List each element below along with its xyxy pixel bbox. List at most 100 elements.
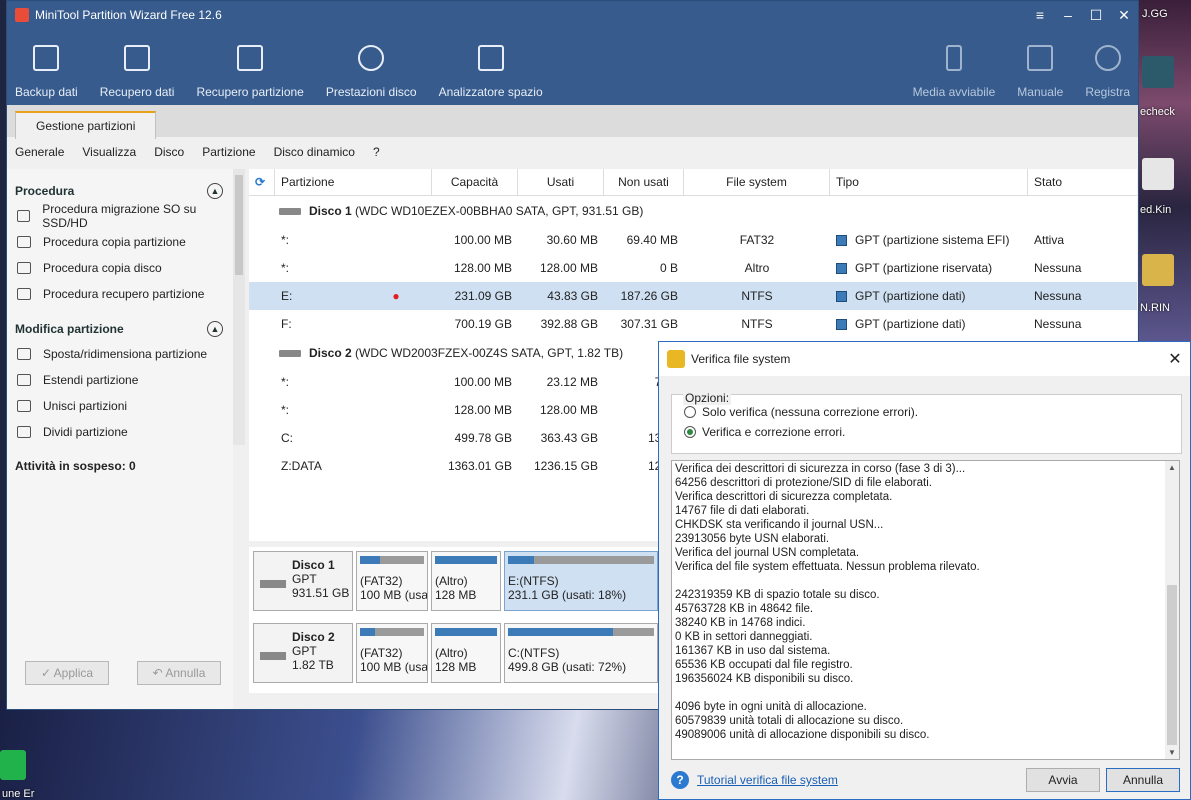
sidebar-item-copy-disk[interactable]: Procedura copia disco [7,255,233,281]
sidebar-item-move-resize[interactable]: Sposta/ridimensiona partizione [7,341,233,367]
column-header[interactable]: File system [684,169,830,195]
table-row[interactable]: *: 100.00 MB 30.60 MB 69.40 MB FAT32 GPT… [249,226,1137,254]
toolbar-label: Manuale [1017,85,1064,99]
cell-used: 392.88 GB [540,317,598,331]
menu-help[interactable]: ? [373,145,380,159]
tab-partition-management[interactable]: Gestione partizioni [15,111,157,139]
disk-name: Disco 2 [309,346,352,360]
register-button[interactable]: Registra [1077,29,1138,99]
column-header[interactable]: Capacità [432,169,518,195]
apply-button[interactable]: ✓ Applica [25,661,109,685]
menu-icon[interactable]: ≡ [1026,7,1054,23]
chkdsk-log[interactable]: Verifica dei descrittori di sicurezza in… [671,460,1180,760]
desktop-green-icon[interactable] [0,750,26,780]
desktop-folder-icon[interactable] [1142,254,1174,286]
disk-size: 931.51 GB [292,586,350,600]
section-header-wizard[interactable]: Procedura ▲ [7,169,233,203]
desktop-label[interactable]: J.GG [1142,8,1168,20]
toolbar-label: Backup dati [15,85,78,99]
dialog-close-icon[interactable]: ✕ [1160,349,1190,369]
help-icon[interactable]: ? [671,771,689,789]
sidebar-item-split[interactable]: Dividi partizione [7,419,233,445]
sidebar-item-migrate-os[interactable]: Procedura migrazione SO su SSD/HD [7,202,233,230]
table-row[interactable]: *: 128.00 MB 128.00 MB 0 B Altro GPT (pa… [249,254,1137,282]
desktop-label[interactable]: N.RIN [1140,302,1170,314]
log-line: Verifica del journal USN completata. [675,547,860,559]
disk-map-disk[interactable]: Disco 1 GPT 931.51 GB [253,551,353,611]
start-button[interactable]: Avvia [1026,768,1100,792]
cancel-button[interactable]: Annulla [1106,768,1180,792]
sidebar-item-label: Procedura copia disco [43,261,162,275]
left-panel-scrollbar[interactable] [233,169,245,445]
partition-block[interactable]: (Altro) 128 MB [431,623,501,683]
desktop-app-icon[interactable] [1142,56,1174,88]
radio-button[interactable] [684,406,696,418]
partition-fs: (FAT32) [360,646,403,660]
cell-type-text: GPT (partizione dati) [855,317,966,331]
space-analyzer-button[interactable]: Analizzatore spazio [431,29,551,99]
cell-filesystem: FAT32 [739,233,775,247]
disk-benchmark-button[interactable]: Prestazioni disco [318,29,425,99]
partition-letter: E: [281,289,293,303]
desktop-label[interactable]: echeck [1140,106,1175,118]
partition-block[interactable]: (FAT32) 100 MB (usat [356,551,428,611]
bootable-media-button[interactable]: Media avviabile [905,29,1004,99]
partition-block[interactable]: (FAT32) 100 MB (usat [356,623,428,683]
scroll-up-icon[interactable]: ▲ [1165,463,1179,472]
data-recovery-button[interactable]: Recupero dati [92,29,183,99]
column-header[interactable]: Usati [518,169,604,195]
radio-button-selected[interactable] [684,426,696,438]
desktop-label[interactable]: ed.Kin [1140,204,1171,216]
option-label: Verifica e correzione errori. [702,425,846,439]
column-header[interactable]: Non usati [604,169,684,195]
close-button[interactable]: ✕ [1110,7,1138,24]
menu-view[interactable]: Visualizza [82,145,136,159]
scrollbar-thumb[interactable] [1167,585,1177,745]
sidebar-item-recover-partition[interactable]: Procedura recupero partizione [7,281,233,307]
log-scrollbar[interactable]: ▲ ▼ [1165,461,1179,759]
partition-color-icon [836,262,847,274]
scroll-down-icon[interactable]: ▼ [1165,748,1179,757]
refresh-icon[interactable]: ⟳ [249,169,275,195]
collapse-icon[interactable]: ▲ [207,321,223,337]
partition-block-selected[interactable]: E:(NTFS) 231.1 GB (usati: 18%) [504,551,658,611]
column-header[interactable]: Partizione [275,169,432,195]
cell-used: 23.12 MB [546,375,598,389]
column-header[interactable]: Tipo [830,169,1028,195]
menu-disk[interactable]: Disco [154,145,184,159]
backup-button[interactable]: Backup dati [7,29,86,99]
desktop-label[interactable]: une Er [2,788,34,800]
disk-description: (WDC WD2003FZEX-00Z4S SATA, GPT, 1.82 TB… [355,346,624,360]
table-row-selected[interactable]: E: ● 231.09 GB 43.83 GB 187.26 GB NTFS GP… [249,282,1137,310]
disk-map-disk[interactable]: Disco 2 GPT 1.82 TB [253,623,353,683]
partition-block[interactable]: (Altro) 128 MB [431,551,501,611]
section-header-change-partition[interactable]: Modifica partizione ▲ [7,307,233,341]
option-check-and-fix[interactable]: Verifica e correzione errori. [684,425,845,439]
manual-button[interactable]: Manuale [1009,29,1071,99]
minimize-button[interactable]: – [1054,7,1082,23]
disk-row[interactable]: Disco 1 (WDC WD10EZEX-00BBHA0 SATA, GPT,… [249,196,1137,226]
pending-operations: Attività in sospeso: 0 [15,459,136,473]
menu-general[interactable]: Generale [15,145,64,159]
option-check-only[interactable]: Solo verifica (nessuna correzione errori… [684,405,918,419]
log-line: Verifica dei descrittori di sicurezza in… [675,463,966,475]
column-header[interactable]: Stato [1028,169,1136,195]
toolbar-label: Analizzatore spazio [438,85,543,99]
sidebar-item-copy-partition[interactable]: Procedura copia partizione [7,229,233,255]
disk-type: GPT [292,572,317,586]
cell-capacity: 100.00 MB [453,375,512,389]
desktop-file-icon[interactable] [1142,158,1174,190]
menu-dynamic-disk[interactable]: Disco dinamico [274,145,355,159]
partition-recovery-button[interactable]: Recupero partizione [188,29,311,99]
undo-button[interactable]: ↶ Annulla [137,661,221,685]
sidebar-item-extend[interactable]: Estendi partizione [7,367,233,393]
partition-fs: E:(NTFS) [508,574,559,588]
menu-partition[interactable]: Partizione [202,145,255,159]
scrollbar-thumb[interactable] [235,175,243,275]
maximize-button[interactable]: ☐ [1082,7,1110,24]
partition-block[interactable]: C:(NTFS) 499.8 GB (usati: 72%) [504,623,658,683]
table-row[interactable]: F: 700.19 GB 392.88 GB 307.31 GB NTFS GP… [249,310,1137,338]
tutorial-link[interactable]: Tutorial verifica file system [697,773,1020,787]
sidebar-item-merge[interactable]: Unisci partizioni [7,393,233,419]
collapse-icon[interactable]: ▲ [207,183,223,199]
